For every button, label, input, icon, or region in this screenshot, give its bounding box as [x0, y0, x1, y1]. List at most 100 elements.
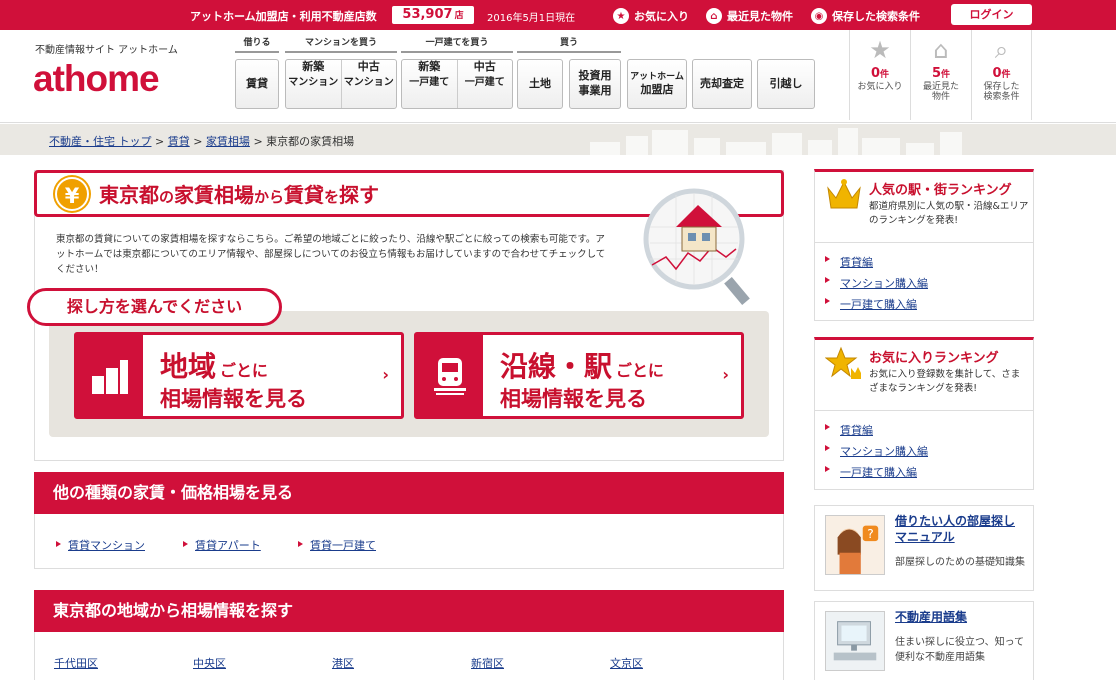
history-count: 5件: [911, 66, 971, 81]
page-description: 東京都の賃貸についての家賃相場を探すならこちら。ご希望の地域ごとに絞ったり、沿線…: [56, 234, 606, 276]
nav-chintai-button[interactable]: 賃貸: [235, 59, 279, 109]
station-ranking-link-rent[interactable]: 賃貸編: [840, 254, 873, 270]
card-line2-text: 相場情報を見る: [500, 387, 647, 411]
bag-icon: ◉: [811, 8, 827, 24]
room-search-manual-box[interactable]: ? 借りたい人の部屋探しマニュアル 部屋探しのための基礎知識集: [814, 505, 1034, 591]
nav-chuko-mansion-line2: マンション: [343, 76, 394, 88]
nav-chuko-house-label: 中古 一戸建て: [458, 60, 513, 108]
train-icon: [417, 335, 483, 416]
search-by-line-label: 沿線・駅 ごとに相場情報を見る: [483, 335, 664, 416]
search-by-area-label: 地域 ごとに 相場情報を見る: [143, 335, 307, 416]
search-by-area-card[interactable]: 地域 ごとに 相場情報を見る ›: [74, 332, 404, 419]
breadcrumb-current: 東京都の家賃相場: [266, 135, 355, 148]
star-crown-icon: [825, 346, 861, 379]
nav-kamei-button[interactable]: アットホーム 加盟店: [627, 59, 687, 109]
bullet-icon: [183, 541, 188, 547]
top-bar: アットホーム加盟店・利用不動産店数 53,907 店 2016年5月1日現在 ★ お…: [0, 0, 1116, 30]
area-link-chuo[interactable]: 中央区: [193, 655, 226, 671]
nav-hikkoshi-button[interactable]: 引越し: [757, 59, 815, 109]
breadcrumb-chintai-link[interactable]: 賃貸: [168, 135, 190, 148]
history-recent-label: 最近見た 物件: [911, 82, 971, 103]
nav-shinchiku-mansion-line2: マンション: [288, 76, 339, 88]
favorites-link[interactable]: ★ お気に入り: [613, 8, 689, 24]
history-saved-unit: 件: [1001, 70, 1011, 80]
area-link-chiyoda[interactable]: 千代田区: [54, 655, 98, 671]
star-icon: ★: [613, 8, 629, 24]
nav-chuko-mansion-line1: 中古: [357, 60, 380, 73]
bullet-icon: [56, 541, 61, 547]
nav-kamei-line2: 加盟店: [640, 82, 674, 96]
search-by-line-card[interactable]: 沿線・駅 ごとに相場情報を見る ›: [414, 332, 744, 419]
nav-toushi-line1: 投資用: [578, 69, 612, 83]
recent-label: 最近見た物件: [727, 10, 793, 23]
card-big-text: 地域: [160, 350, 217, 383]
login-button[interactable]: ログイン: [951, 4, 1032, 25]
area-link-bunkyo[interactable]: 文京区: [610, 655, 643, 671]
nav-tochi-button[interactable]: 土地: [517, 59, 563, 109]
other-link-house[interactable]: 賃貸一戸建て: [310, 537, 376, 553]
divider: [815, 410, 1033, 411]
bullet-icon: [825, 277, 830, 283]
divider: [815, 242, 1033, 243]
favorite-ranking-link-mansion[interactable]: マンション購入編: [840, 443, 928, 459]
history-saved-search[interactable]: ⌕ 0件 保存した 検索条件: [971, 30, 1032, 120]
area-link-shinjuku[interactable]: 新宿区: [471, 655, 504, 671]
computer-illustration: [825, 611, 885, 671]
nav-shinchiku-house-button[interactable]: 新築 一戸建て: [402, 60, 458, 108]
history-recent-count: 5: [931, 66, 942, 81]
breadcrumb-separator: >: [253, 135, 263, 148]
nav-shinchiku-house-line1: 新築: [418, 60, 441, 73]
nav-toushi-label: 投資用 事業用: [579, 69, 612, 99]
station-ranking-link-house[interactable]: 一戸建て購入編: [840, 296, 917, 312]
breadcrumb-top-link[interactable]: 不動産・住宅 トップ: [49, 135, 152, 148]
station-ranking-box: 人気の駅・街ランキング 都道府県別に人気の駅・沿線&エリアのランキングを発表! …: [814, 169, 1034, 321]
favorite-ranking-title: お気に入りランキング: [869, 351, 999, 366]
athome-logo[interactable]: athome: [33, 58, 160, 100]
svg-text:?: ?: [867, 526, 874, 541]
favorite-ranking-link-house[interactable]: 一戸建て購入編: [840, 464, 917, 480]
history-favorites-unit: 件: [880, 70, 890, 80]
nav-chuko-mansion-button[interactable]: 中古 マンション: [342, 60, 397, 108]
nav-mansion-button-group: 新築マンション 中古マンション: [285, 59, 397, 109]
glossary-box[interactable]: 不動産用語集 住まい探しに役立つ、知って便利な不動産用語集: [814, 601, 1034, 680]
breadcrumb: 不動産・住宅 トップ > 賃貸 > 家賃相場 > 東京都の家賃相場: [49, 133, 354, 149]
title-part: 探す: [339, 183, 380, 207]
other-link-mansion[interactable]: 賃貸マンション: [68, 537, 145, 553]
station-ranking-link-mansion[interactable]: マンション購入編: [840, 275, 928, 291]
search-method-heading: 探し方を選んでください: [27, 288, 282, 326]
recent-link[interactable]: ⌂ 最近見た物件: [706, 8, 793, 24]
buildings-icon: [77, 335, 143, 416]
nav-shinchiku-mansion-line1: 新築: [302, 60, 325, 73]
other-link-apart[interactable]: 賃貸アパート: [195, 537, 261, 553]
history-count: 0件: [850, 66, 910, 81]
house-icon: ⌂: [933, 36, 949, 64]
breadcrumb-souba-link[interactable]: 家賃相場: [206, 135, 250, 148]
nav-chuko-house-button[interactable]: 中古 一戸建て: [458, 60, 513, 108]
chevron-right-icon: ›: [722, 365, 729, 384]
area-link-minato[interactable]: 港区: [332, 655, 354, 671]
history-recent-label-1: 最近見た: [922, 82, 959, 92]
bullet-icon: [825, 256, 830, 262]
history-favorites[interactable]: ★ 0件 お気に入り: [849, 30, 910, 120]
glossary-title[interactable]: 不動産用語集: [895, 610, 1025, 626]
bullet-icon: [825, 298, 830, 304]
nav-baikyaku-button[interactable]: 売却査定: [692, 59, 752, 109]
saved-search-link[interactable]: ◉ 保存した検索条件: [811, 8, 920, 24]
nav-toushi-button[interactable]: 投資用 事業用: [569, 59, 621, 109]
card-line2-text: 相場情報を見る: [160, 387, 307, 411]
title-part: から: [254, 188, 285, 206]
title-part: 東京都: [99, 183, 159, 207]
title-part: 賃貸: [284, 183, 325, 207]
nav-shinchiku-mansion-button[interactable]: 新築 マンション: [286, 60, 342, 108]
history-saved-label-1: 保存した: [983, 82, 1020, 92]
history-recent[interactable]: ⌂ 5件 最近見た 物件: [910, 30, 971, 120]
page-title: 東京都の家賃相場から賃貸を探す: [99, 179, 379, 208]
room-search-manual-title[interactable]: 借りたい人の部屋探しマニュアル: [895, 514, 1025, 545]
favorite-ranking-box: お気に入りランキング お気に入り登録数を集計して、さまざまなランキングを発表! …: [814, 337, 1034, 490]
card-big-text: 沿線・駅: [500, 350, 613, 383]
nav-shinchiku-house-label: 新築 一戸建て: [402, 60, 457, 108]
nav-toushi-line2: 事業用: [578, 84, 612, 97]
star-icon: ★: [869, 36, 891, 64]
card-small-text: ごとに: [615, 361, 664, 380]
favorite-ranking-link-rent[interactable]: 賃貸編: [840, 422, 873, 438]
